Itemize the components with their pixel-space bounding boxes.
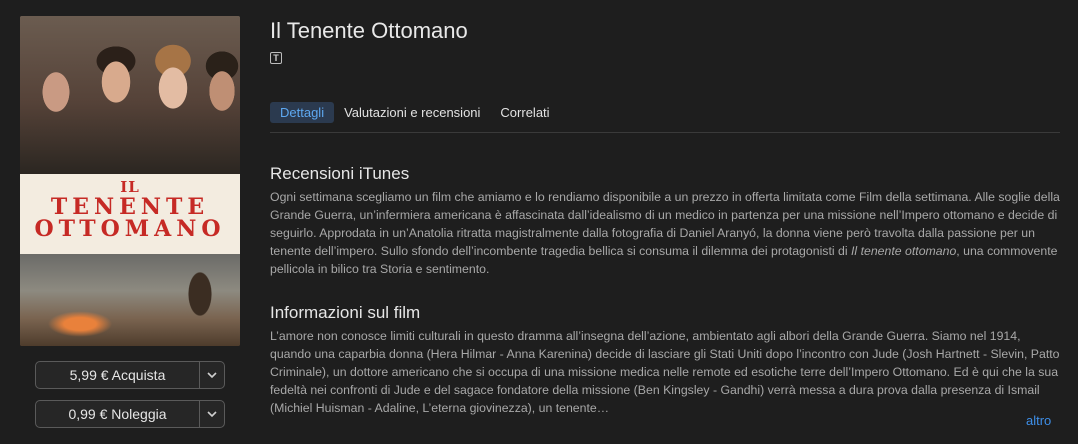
rent-button-group: 0,99 € Noleggia xyxy=(35,400,225,428)
info-text: L’amore non conosce limiti culturali in … xyxy=(270,329,1060,415)
info-heading: Informazioni sul film xyxy=(270,303,421,322)
poster-title-line3: OTTOMANO xyxy=(34,216,226,242)
tab-details[interactable]: Dettagli xyxy=(270,102,335,123)
movie-title: Il Tenente Ottomano xyxy=(270,18,468,43)
review-text: Ogni settimana scegliamo un film che ami… xyxy=(270,188,1060,278)
tab-related[interactable]: Correlati xyxy=(490,102,559,123)
buy-button-group: 5,99 € Acquista xyxy=(35,361,225,389)
buy-button[interactable]: 5,99 € Acquista xyxy=(36,362,199,388)
chevron-down-icon xyxy=(207,371,217,378)
buy-options-dropdown[interactable] xyxy=(199,362,224,388)
tab-divider xyxy=(270,132,1060,133)
tab-ratings-reviews[interactable]: Valutazioni e recensioni xyxy=(334,102,490,123)
poster-title-line2: TENENTE xyxy=(50,194,210,220)
rating-badge: T xyxy=(270,52,282,64)
poster-cast-image xyxy=(20,16,240,174)
poster-title-block: IL TENENTE OTTOMANO xyxy=(20,174,240,254)
more-link[interactable]: altro xyxy=(1026,413,1051,428)
review-heading: Recensioni iTunes xyxy=(270,164,410,183)
review-italic-title: Il tenente ottomano xyxy=(851,244,957,258)
tab-bar: Dettagli Valutazioni e recensioni Correl… xyxy=(270,102,560,123)
rent-options-dropdown[interactable] xyxy=(199,401,224,427)
rent-button[interactable]: 0,99 € Noleggia xyxy=(36,401,199,427)
poster-battle-scene xyxy=(20,254,240,346)
movie-poster: IL TENENTE OTTOMANO xyxy=(20,16,240,346)
chevron-down-icon xyxy=(207,410,217,417)
